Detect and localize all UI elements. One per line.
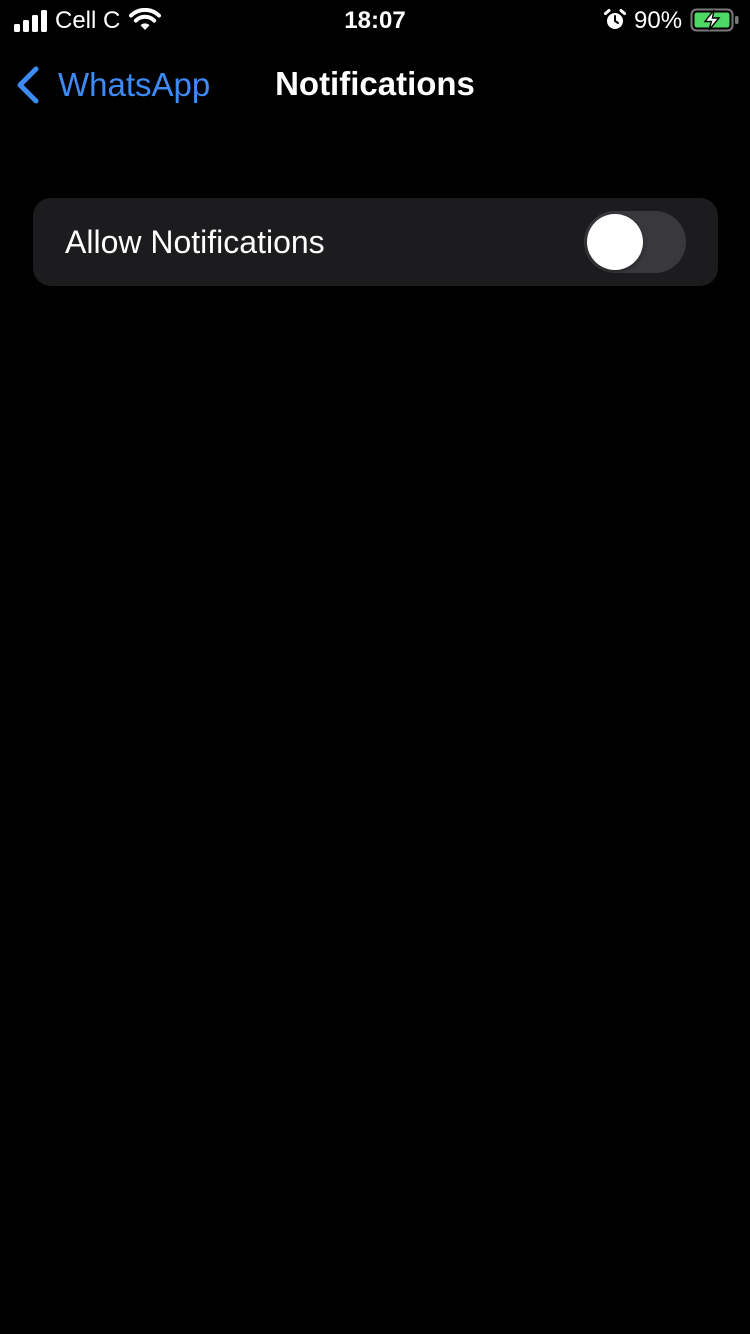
allow-notifications-toggle[interactable] bbox=[584, 211, 686, 273]
settings-group: Allow Notifications bbox=[33, 198, 718, 286]
battery-charging-icon bbox=[690, 8, 739, 32]
allow-notifications-label: Allow Notifications bbox=[65, 224, 325, 260]
status-bar: Cell C 18:07 90% bbox=[0, 0, 750, 40]
toggle-knob bbox=[587, 214, 643, 270]
navigation-bar: WhatsApp Notifications bbox=[0, 50, 750, 120]
page-title: Notifications bbox=[275, 65, 475, 102]
battery-percentage: 90% bbox=[634, 7, 683, 34]
alarm-icon bbox=[604, 9, 626, 29]
